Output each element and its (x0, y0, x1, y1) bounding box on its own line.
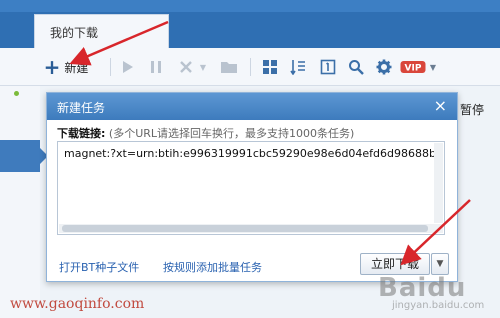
grid-view-icon[interactable] (260, 56, 280, 78)
tab-my-downloads[interactable]: 我的下载 (34, 14, 169, 48)
download-link-label: 下载链接: (多个URL请选择回车换行，最多支持1000条任务) (57, 125, 354, 141)
search-icon[interactable] (346, 56, 366, 78)
baidu-watermark: Baidu (378, 273, 467, 303)
download-options-dropdown-icon[interactable]: ▼ (431, 253, 449, 275)
folder-icon[interactable] (218, 56, 240, 78)
vip-label: VIP (405, 64, 422, 74)
vip-icon[interactable]: VIP (400, 56, 426, 78)
start-icon[interactable] (118, 56, 138, 78)
site-url: www.gaoqinfo.com (10, 296, 145, 312)
sort-icon[interactable] (288, 56, 308, 78)
url-textarea[interactable]: magnet:?xt=urn:btih:e996319991cbc59290e9… (57, 141, 445, 235)
pause-label[interactable]: 暂停 (460, 101, 484, 118)
pause-icon[interactable] (146, 56, 166, 78)
delete-dropdown-icon[interactable]: ▼ (198, 56, 208, 78)
toolbar-divider (250, 58, 251, 76)
horizontal-scrollbar[interactable] (59, 224, 443, 233)
open-bt-file-link[interactable]: 打开BT种子文件 (59, 259, 139, 275)
new-task-button[interactable]: + 新建 (42, 56, 90, 78)
status-dot-icon (14, 91, 19, 96)
close-icon[interactable]: × (434, 96, 447, 115)
title-bar-decoration (0, 0, 500, 12)
scrollbar-thumb[interactable] (62, 225, 428, 232)
toolbar: + 新建 ▼ VIP ▼ (0, 48, 500, 86)
download-now-button[interactable]: 立即下载 (360, 253, 430, 275)
gear-icon[interactable] (374, 56, 394, 78)
tab-label: 我的下载 (50, 26, 99, 40)
toolbar-divider (110, 58, 111, 76)
dialog-header: 新建任务 × (47, 93, 457, 120)
baidu-watermark-sub: jingyan.baidu.com (392, 300, 485, 311)
calendar-icon[interactable] (318, 56, 338, 78)
batch-add-link[interactable]: 按规则添加批量任务 (163, 259, 262, 275)
delete-icon[interactable] (176, 56, 196, 78)
new-task-label: 新建 (64, 60, 89, 75)
dialog-title: 新建任务 (57, 101, 106, 115)
sidebar-item-selected[interactable] (0, 140, 40, 172)
vertical-scrollbar[interactable] (434, 143, 443, 223)
vip-dropdown-icon[interactable]: ▼ (428, 56, 438, 78)
url-value: magnet:?xt=urn:btih:e996319991cbc59290e9… (64, 147, 443, 160)
download-link-hint: (多个URL请选择回车换行，最多支持1000条任务) (108, 127, 355, 140)
plus-icon: + (43, 55, 61, 79)
sidebar (0, 86, 40, 318)
download-link-title: 下载链接: (57, 127, 106, 140)
new-task-dialog: 新建任务 × 下载链接: (多个URL请选择回车换行，最多支持1000条任务) … (46, 92, 458, 282)
